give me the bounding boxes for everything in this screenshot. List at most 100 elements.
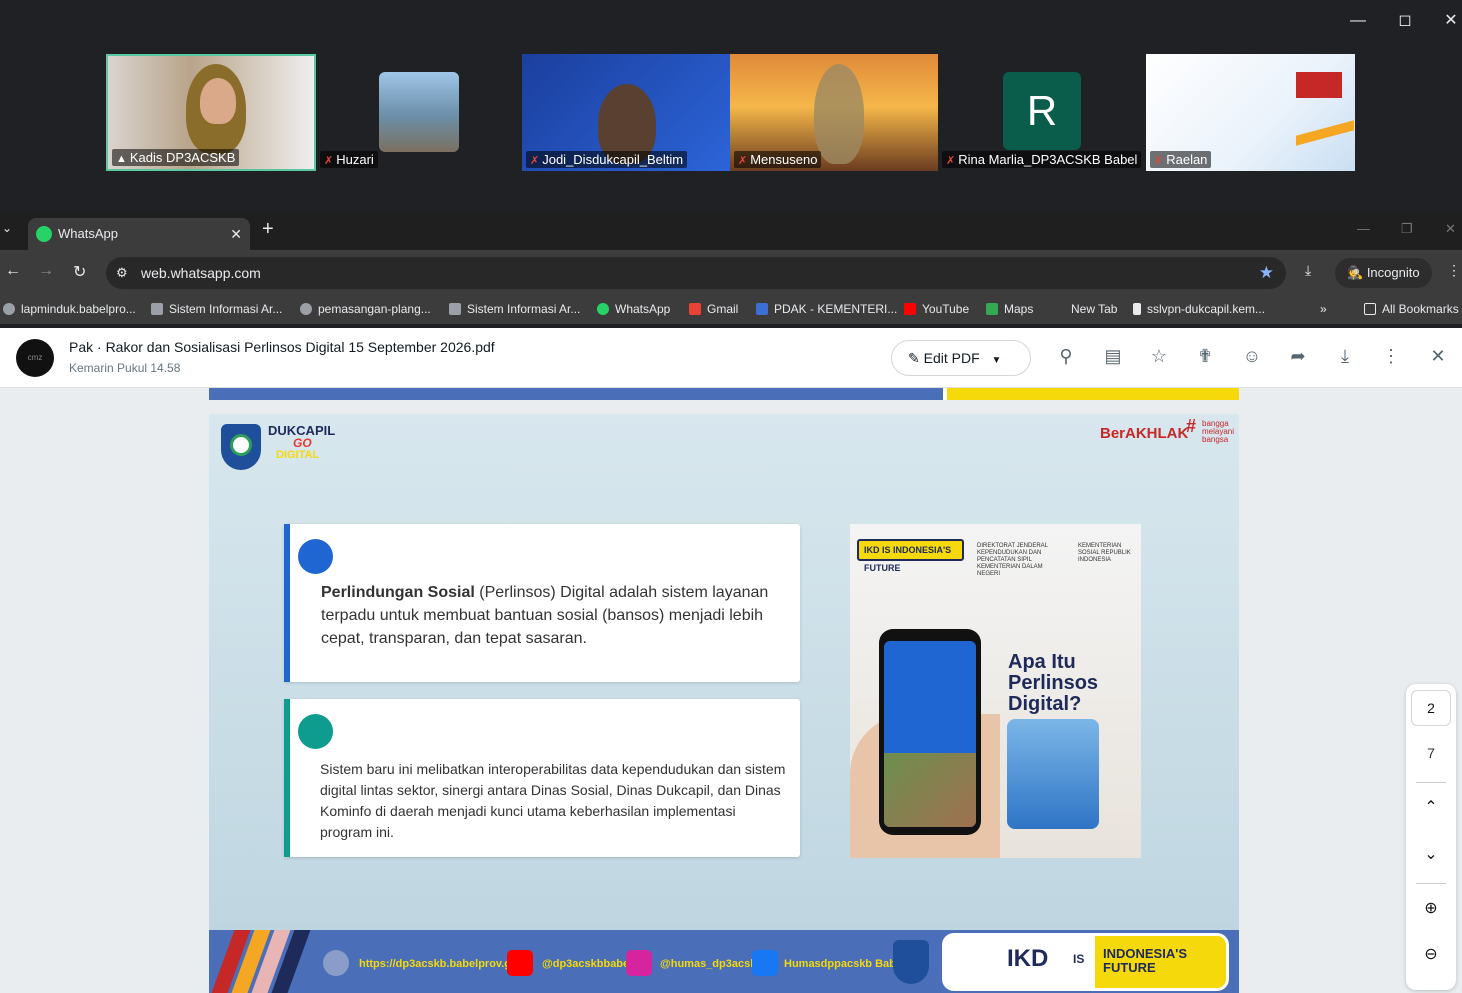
bookmark-item[interactable]: YouTube (904, 302, 969, 316)
mini-phone-illustration (1007, 719, 1099, 829)
whatsapp-icon (36, 226, 52, 242)
bookmark-item[interactable]: pemasangan-plang... (300, 302, 431, 316)
info-card: Sistem baru ini melibatkan interoperabil… (284, 699, 800, 857)
meeting-strip: — ◻ ✕ ▲ Kadis DP3ACSKB ✗ Huzari ✗ Jodi_Disd… (0, 0, 1462, 212)
page-down-icon[interactable]: ⌄ (1406, 844, 1456, 864)
participant-tile[interactable]: ✗ Mensuseno (730, 54, 938, 171)
chevron-down-icon: ▼ (991, 355, 1002, 366)
phone-illustration (879, 629, 981, 835)
previous-page-edge (209, 388, 1239, 400)
menu-icon[interactable]: ⋮ (1447, 262, 1461, 279)
bookmark-item[interactable]: Maps (986, 302, 1033, 316)
page-up-icon[interactable]: ⌃ (1406, 797, 1456, 817)
participant-avatar (379, 72, 459, 152)
mic-off-icon: ✗ (530, 155, 540, 167)
participant-tile[interactable]: ✗ Huzari (316, 54, 522, 171)
emoji-icon[interactable]: ☺ (1240, 346, 1264, 367)
reload-icon[interactable]: ↻ (73, 262, 86, 282)
phone-screen (884, 641, 976, 827)
pdf-page: DUKCAPIL GO DIGITAL BerAKHLAK # bangga m… (209, 414, 1239, 993)
footer-instagram: @humas_dp3acskb (660, 958, 764, 970)
bookmark-item[interactable]: Gmail (689, 302, 738, 316)
brand-digital: DIGITAL (276, 449, 320, 461)
tab-search-icon[interactable]: ⌄ (2, 221, 12, 235)
ikd-banner: IKD IS INDONESIA'S FUTURE (942, 933, 1229, 991)
pdf-viewer[interactable]: DUKCAPIL GO DIGITAL BerAKHLAK # bangga m… (0, 388, 1462, 993)
ikd-logo: IKD (1007, 945, 1049, 972)
page-icon (449, 303, 461, 315)
zoom-out-icon[interactable]: ⊖ (1406, 944, 1456, 964)
forward-icon[interactable]: ➦ (1286, 346, 1310, 367)
participant-avatar: R (1003, 72, 1081, 150)
footer-facebook: Humasdppacskb Babel (784, 958, 906, 970)
address-bar[interactable]: ⚙ web.whatsapp.com ★ (106, 257, 1286, 289)
restore-icon[interactable]: ❐ (1401, 221, 1413, 237)
shared-screen-thumbnail (1296, 120, 1354, 146)
poster-headline: Apa Itu Perlinsos Digital? (1008, 651, 1099, 715)
all-bookmarks[interactable]: All Bookmarks (1364, 302, 1459, 316)
card-bullet-icon (298, 539, 333, 574)
more-bookmarks-icon[interactable]: » (1320, 302, 1327, 316)
divider (1416, 782, 1446, 783)
incognito-icon: 🕵 (1347, 265, 1364, 280)
new-tab-icon[interactable]: + (262, 218, 274, 241)
bookmark-item[interactable]: Sistem Informasi Ar... (449, 302, 580, 316)
current-page-input[interactable]: 2 (1411, 690, 1451, 726)
edit-pdf-button[interactable]: ✎ Edit PDF ▼ (891, 340, 1031, 376)
tab-bar: ⌄ WhatsApp ✕ + — ❐ ✕ (0, 212, 1462, 250)
message-icon[interactable]: ▤ (1101, 346, 1125, 367)
bookmark-item[interactable]: New Tab (1071, 302, 1117, 316)
footer-website: https://dp3acskb.babelprov.go.id (359, 958, 531, 970)
search-icon[interactable]: ⚲ (1054, 346, 1078, 367)
avatar[interactable]: cmz (16, 339, 54, 377)
tab-whatsapp[interactable]: WhatsApp ✕ (28, 218, 250, 250)
incognito-button[interactable]: 🕵 Incognito (1335, 258, 1432, 288)
globe-icon (323, 950, 349, 976)
download-icon[interactable]: ⤓ (1305, 262, 1311, 279)
participant-name: ✗ Mensuseno (734, 151, 822, 168)
close-icon[interactable]: ✕ (1426, 346, 1450, 367)
pin-icon[interactable]: ✟ (1193, 346, 1217, 367)
close-window-icon[interactable]: ✕ (1437, 8, 1462, 34)
document-timestamp: Kemarin Pukul 14.58 (69, 361, 181, 375)
back-icon[interactable]: ← (5, 262, 21, 280)
youtube-icon (904, 303, 916, 315)
pencil-icon: ✎ (908, 350, 920, 366)
participant-tile[interactable]: ✗ Raelan (1146, 54, 1355, 171)
berakhlak-logo: BerAKHLAK (1100, 425, 1189, 442)
more-options-icon[interactable]: ⋮ (1379, 346, 1403, 367)
bangga-hash: # (1186, 416, 1197, 436)
star-icon[interactable]: ☆ (1147, 346, 1171, 367)
mic-off-icon: ✗ (946, 155, 956, 167)
card-bullet-icon (298, 714, 333, 749)
slide-footer: https://dp3acskb.babelprov.go.id @dp3acs… (209, 930, 1239, 993)
document-title: Pak · Rakor dan Sosialisasi Perlinsos Di… (69, 339, 495, 355)
divider (1416, 883, 1446, 884)
forward-icon[interactable]: → (38, 262, 54, 280)
bookmark-item[interactable]: Sistem Informasi Ar... (151, 302, 282, 316)
total-pages: 7 (1427, 745, 1435, 761)
zoom-in-icon[interactable]: ⊕ (1406, 898, 1456, 918)
bookmark-item[interactable]: WhatsApp (597, 302, 670, 316)
participant-tile[interactable]: ✗ Jodi_Disdukcapil_Beltim (522, 54, 730, 171)
minimize-icon[interactable]: — (1344, 8, 1372, 34)
participant-tile[interactable]: R ✗ Rina Marlia_DP3ACSKB Babel (938, 54, 1146, 171)
participant-tile[interactable]: ▲ Kadis DP3ACSKB (106, 54, 316, 171)
maximize-icon[interactable]: ◻ (1391, 8, 1419, 34)
close-tab-icon[interactable]: ✕ (230, 218, 242, 250)
globe-icon (3, 303, 15, 315)
bookmark-star-icon[interactable]: ★ (1259, 257, 1274, 289)
whatsapp-icon (597, 303, 609, 315)
minimize-icon[interactable]: — (1357, 221, 1370, 236)
bookmark-item[interactable]: PDAK - KEMENTERI... (756, 302, 897, 316)
edit-pdf-label: Edit PDF (923, 350, 980, 366)
download-icon[interactable]: ⤓ (1333, 346, 1357, 367)
folder-icon (1364, 303, 1376, 315)
site-info-icon[interactable]: ⚙ (116, 257, 128, 289)
mic-off-icon: ✗ (324, 155, 334, 167)
bangga-melayani-logo: bangga melayani bangsa (1202, 419, 1235, 444)
bookmark-item[interactable]: sslvpn-dukcapil.kem... (1133, 302, 1265, 316)
bookmark-item[interactable]: lapminduk.babelpro... (3, 302, 136, 316)
close-window-icon[interactable]: ✕ (1445, 221, 1456, 237)
participant-name: ▲ Kadis DP3ACSKB (112, 149, 240, 166)
